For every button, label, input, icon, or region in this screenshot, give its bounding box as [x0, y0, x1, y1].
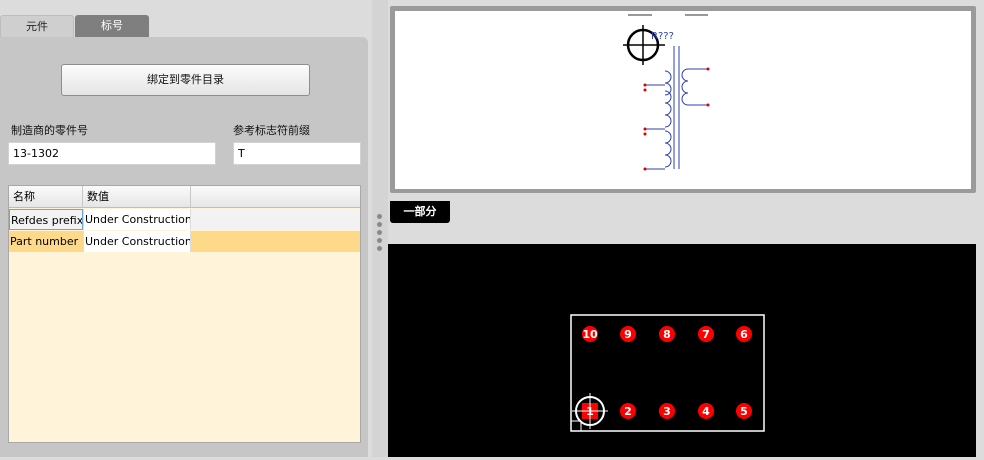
- pin-number-label: 9: [624, 328, 632, 341]
- section-tab[interactable]: 一部分: [390, 201, 450, 223]
- component-panel: 元件 标号 绑定到零件目录 制造商的零件号 13-1302 参考标志符前缀 T …: [0, 0, 372, 457]
- pin-number-label: 10: [582, 328, 598, 341]
- refdes-prefix-input[interactable]: T: [233, 142, 361, 165]
- row-name-cell[interactable]: Refdes prefix: [9, 209, 83, 230]
- schematic-preview-frame: R???: [390, 6, 976, 193]
- pin-number-label: 7: [702, 328, 710, 341]
- tab-body: 绑定到零件目录 制造商的零件号 13-1302 参考标志符前缀 T 名称 数值 …: [0, 37, 368, 457]
- row-value-cell[interactable]: Under Construction: [83, 209, 191, 230]
- row-name-cell[interactable]: Part number: [9, 231, 83, 252]
- bind-to-catalog-button[interactable]: 绑定到零件目录: [61, 64, 310, 96]
- table-row-selected[interactable]: Part number Under Construction: [9, 231, 360, 252]
- table-row[interactable]: Refdes prefix Under Construction: [9, 209, 360, 230]
- tab-component[interactable]: 元件: [0, 15, 74, 37]
- schematic-preview[interactable]: R???: [395, 11, 971, 189]
- refdes-prefix-label: 参考标志符前缀: [233, 124, 310, 137]
- pin-number-label: 5: [740, 405, 748, 418]
- pin-number-label: 3: [663, 405, 671, 418]
- pin-number-label: 8: [663, 328, 671, 341]
- footprint-drawing: 109876 12345: [570, 314, 765, 432]
- pin-number-label: 6: [740, 328, 748, 341]
- manufacturer-part-input[interactable]: 13-1302: [8, 142, 216, 165]
- column-header-value[interactable]: 数值: [83, 186, 191, 208]
- splitter-grip-icon[interactable]: [377, 214, 383, 254]
- refdes-text: R???: [651, 31, 674, 42]
- footprint-preview[interactable]: 109876 12345: [388, 244, 976, 457]
- footprint-origin-icon: [570, 393, 608, 432]
- manufacturer-part-label: 制造商的零件号: [11, 124, 88, 137]
- pin-number-label: 2: [624, 405, 632, 418]
- grid-header: 名称 数值: [9, 186, 360, 208]
- properties-grid[interactable]: 名称 数值 Refdes prefix Under Construction P…: [8, 185, 361, 443]
- pin-number-label: 4: [702, 405, 710, 418]
- row-value-cell[interactable]: Under Construction: [83, 231, 191, 252]
- transformer-symbol: R???: [623, 14, 710, 171]
- column-header-name[interactable]: 名称: [9, 186, 83, 208]
- vertical-splitter[interactable]: [372, 0, 388, 457]
- tab-label[interactable]: 标号: [75, 15, 149, 37]
